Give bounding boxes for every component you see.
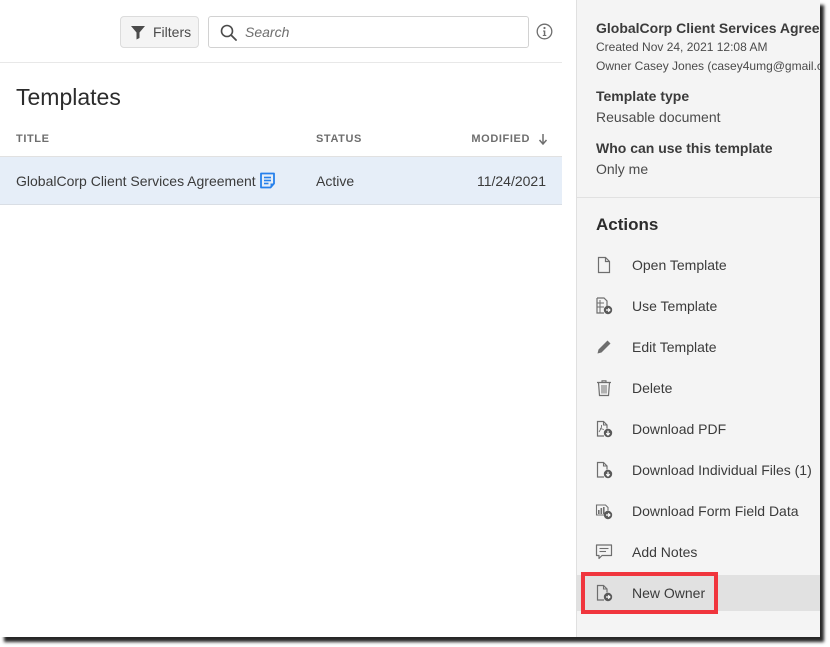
action-download-form-field-data[interactable]: Download Form Field Data xyxy=(577,493,820,529)
toolbar: Filters xyxy=(0,0,562,63)
row-status: Active xyxy=(316,173,355,189)
panel-title: GlobalCorp Client Services Agreement xyxy=(596,20,820,36)
action-download-individual-files[interactable]: Download Individual Files (1) xyxy=(577,452,820,488)
chart-download-icon xyxy=(595,504,613,520)
action-label: Delete xyxy=(632,380,673,396)
pencil-icon xyxy=(597,340,611,354)
action-use-template[interactable]: Use Template xyxy=(577,288,820,324)
row-modified: 11/24/2021 xyxy=(476,173,546,189)
filters-label: Filters xyxy=(153,24,192,40)
trash-icon xyxy=(597,380,611,397)
search-input[interactable] xyxy=(245,24,515,40)
column-header-status[interactable]: STATUS xyxy=(316,133,362,145)
details-panel: GlobalCorp Client Services Agreement Cre… xyxy=(576,0,820,637)
action-label: Download PDF xyxy=(632,421,727,437)
file-icon xyxy=(597,256,611,274)
divider xyxy=(577,197,820,198)
action-label: Download Individual Files (1) xyxy=(632,462,812,478)
action-label: Open Template xyxy=(632,257,727,273)
action-label: Use Template xyxy=(632,298,718,314)
actions-heading: Actions xyxy=(596,215,659,234)
action-delete[interactable]: Delete xyxy=(577,370,820,406)
document-icon[interactable] xyxy=(259,172,276,189)
column-header-modified[interactable]: MODIFIED xyxy=(471,133,548,145)
action-edit-template[interactable]: Edit Template xyxy=(577,329,820,365)
app-window: Filters Templates TITLE STATUS MODIFIED xyxy=(0,0,820,637)
pdf-download-icon xyxy=(596,420,613,438)
who-can-use-label: Who can use this template xyxy=(596,140,773,156)
info-icon[interactable] xyxy=(536,23,553,40)
template-type-value: Reusable document xyxy=(596,109,721,125)
file-transfer-icon xyxy=(596,584,613,602)
search-icon xyxy=(220,24,237,41)
created-date: Created Nov 24, 2021 12:08 AM xyxy=(596,40,768,54)
arrow-down-icon xyxy=(538,134,548,145)
who-can-use-value: Only me xyxy=(596,161,649,177)
use-template-icon xyxy=(596,297,613,315)
filters-button[interactable]: Filters xyxy=(120,16,199,48)
page-title: Templates xyxy=(16,84,121,110)
action-open-template[interactable]: Open Template xyxy=(577,247,820,283)
file-download-icon xyxy=(596,461,613,479)
row-title: GlobalCorp Client Services Agreement xyxy=(16,173,256,189)
table-header: TITLE STATUS MODIFIED xyxy=(0,126,562,157)
action-new-owner[interactable]: New Owner xyxy=(577,575,820,611)
template-type-label: Template type xyxy=(596,88,690,104)
search-field[interactable] xyxy=(208,16,529,48)
column-header-modified-label: MODIFIED xyxy=(471,133,530,145)
action-label: Download Form Field Data xyxy=(632,503,799,519)
column-header-title[interactable]: TITLE xyxy=(16,133,50,145)
comment-icon xyxy=(595,544,613,560)
action-label: New Owner xyxy=(632,585,706,601)
action-label: Edit Template xyxy=(632,339,717,355)
filter-icon xyxy=(131,26,145,40)
table-row[interactable]: GlobalCorp Client Services Agreement Act… xyxy=(0,157,562,205)
action-label: Add Notes xyxy=(632,544,698,560)
action-add-notes[interactable]: Add Notes xyxy=(577,534,820,570)
owner-info: Owner Casey Jones (casey4umg@gmail.com) xyxy=(596,59,820,73)
action-download-pdf[interactable]: Download PDF xyxy=(577,411,820,447)
main-content: Filters Templates TITLE STATUS MODIFIED xyxy=(0,0,576,637)
